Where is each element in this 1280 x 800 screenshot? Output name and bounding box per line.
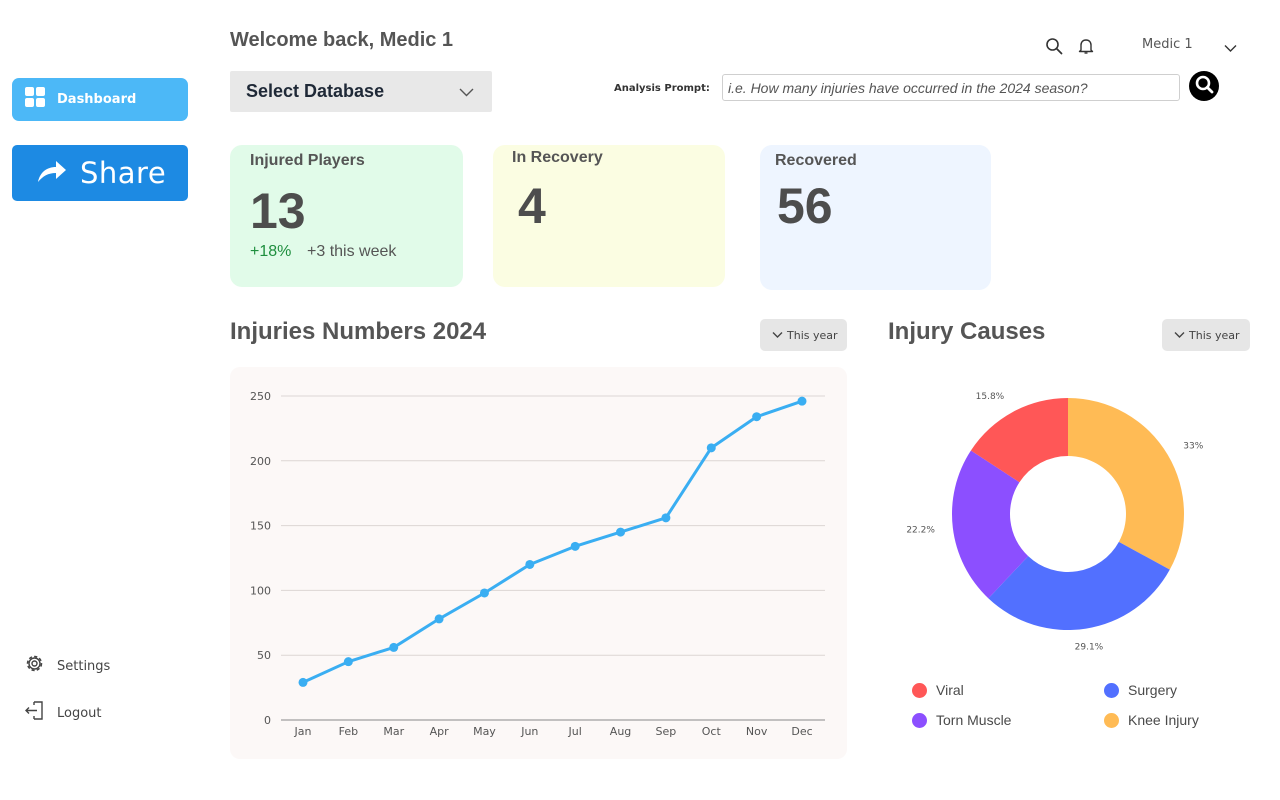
x-tick-label: Jul xyxy=(568,725,582,738)
data-point xyxy=(434,614,444,624)
legend-label: Viral xyxy=(936,682,964,698)
x-tick-label: Feb xyxy=(339,725,358,738)
bell-icon xyxy=(1077,39,1095,59)
x-tick-label: Oct xyxy=(702,725,722,738)
database-select[interactable]: Select Database xyxy=(230,71,492,112)
x-tick-label: Apr xyxy=(430,725,450,738)
chevron-down-icon xyxy=(459,84,474,102)
data-point xyxy=(525,559,535,569)
user-menu-name[interactable]: Medic 1 xyxy=(1142,37,1193,52)
share-arrow-icon xyxy=(36,158,68,189)
filter-label: This year xyxy=(1189,328,1240,342)
logout-label: Logout xyxy=(57,705,102,721)
data-point xyxy=(298,677,308,687)
card-title: Injured Players xyxy=(250,152,365,169)
data-point xyxy=(343,657,353,667)
injuries-period-filter[interactable]: This year xyxy=(760,319,847,351)
x-tick-label: May xyxy=(473,725,496,738)
card-delta: +18% xyxy=(250,243,292,260)
slice-value-label: 22.2% xyxy=(906,526,935,536)
x-tick-label: Mar xyxy=(383,725,404,738)
card-week-change: +3 this week xyxy=(307,243,397,260)
header-search-button[interactable] xyxy=(1045,37,1063,60)
search-icon xyxy=(1045,38,1063,59)
sidebar-item-dashboard[interactable]: Dashboard xyxy=(12,78,188,121)
in-recovery-card: In Recovery 4 xyxy=(493,145,725,287)
legend-item-surgery: Surgery xyxy=(1104,682,1177,698)
data-point xyxy=(389,642,399,652)
legend-swatch xyxy=(912,682,927,698)
recovered-card: Recovered 56 xyxy=(760,145,991,290)
y-tick-label: 0 xyxy=(264,714,271,727)
filter-label: This year xyxy=(787,328,838,342)
injuries-chart-title: Injuries Numbers 2024 xyxy=(230,318,487,345)
y-tick-label: 50 xyxy=(257,649,271,662)
share-button[interactable]: Share xyxy=(12,145,188,201)
x-tick-label: Nov xyxy=(746,725,768,738)
legend-item-knee-injury: Knee Injury xyxy=(1104,712,1199,728)
data-point xyxy=(661,513,671,523)
slice-value-label: 15.8% xyxy=(976,392,1005,402)
card-value: 4 xyxy=(518,178,546,234)
card-title: In Recovery xyxy=(512,149,603,166)
x-tick-label: Aug xyxy=(610,725,631,738)
database-select-label: Select Database xyxy=(246,81,385,101)
legend-swatch xyxy=(1104,712,1119,728)
chevron-down-icon xyxy=(1224,40,1237,57)
analysis-prompt-label: Analysis Prompt: xyxy=(614,83,710,94)
line-chart-svg: 0 50 100 150 200 250 Jan Feb Mar Apr May Jun Jul Aug S… xyxy=(250,390,825,738)
card-title: Recovered xyxy=(775,152,857,169)
x-tick-label: Jan xyxy=(294,725,312,738)
chevron-down-icon xyxy=(1174,326,1185,344)
series-line xyxy=(301,399,804,684)
x-tick-label: Jun xyxy=(520,725,538,738)
x-tick-label: Dec xyxy=(791,725,812,738)
sidebar-item-label: Dashboard xyxy=(57,92,137,107)
sidebar-item-logout[interactable]: Logout xyxy=(24,700,102,726)
legend-swatch xyxy=(1104,682,1119,698)
data-point xyxy=(797,396,807,406)
data-point xyxy=(479,588,489,598)
donut-chart-svg: 33% 29.1% 22.2% 15.8% xyxy=(906,392,1203,652)
y-tick-label: 150 xyxy=(250,520,271,533)
chevron-down-icon xyxy=(772,326,783,344)
x-tick-label: Sep xyxy=(656,725,677,738)
injured-players-card: Injured Players 13 +18% +3 this week xyxy=(230,145,463,287)
y-tick-label: 100 xyxy=(250,584,271,597)
y-tick-label: 200 xyxy=(250,455,271,468)
user-menu-chevron[interactable] xyxy=(1224,40,1237,58)
donut-slice xyxy=(1068,398,1184,570)
share-label: Share xyxy=(80,156,167,190)
legend-item-viral: Viral xyxy=(912,682,964,698)
data-point xyxy=(706,443,716,453)
slice-value-label: 33% xyxy=(1183,442,1203,452)
causes-period-filter[interactable]: This year xyxy=(1162,319,1250,351)
search-icon xyxy=(1194,74,1214,99)
notifications-button[interactable] xyxy=(1077,37,1095,60)
card-value: 13 xyxy=(250,183,306,239)
data-point xyxy=(616,527,626,537)
prompt-search-button[interactable] xyxy=(1189,71,1219,101)
injury-causes-donut-chart: 33% 29.1% 22.2% 15.8% xyxy=(900,380,1260,660)
gear-icon xyxy=(24,653,45,679)
data-point xyxy=(570,541,580,551)
card-value: 56 xyxy=(777,178,833,234)
legend-item-torn-muscle: Torn Muscle xyxy=(912,712,1011,728)
legend-label: Knee Injury xyxy=(1128,712,1199,728)
legend-label: Surgery xyxy=(1128,682,1178,698)
legend-swatch xyxy=(912,712,927,728)
analysis-prompt-input[interactable] xyxy=(722,74,1180,101)
dashboard-icon xyxy=(25,87,45,112)
injury-causes-title: Injury Causes xyxy=(888,318,1046,345)
injuries-line-chart: 0 50 100 150 200 250 Jan Feb Mar Apr May Jun Jul Aug S… xyxy=(230,367,847,759)
page-title: Welcome back, Medic 1 xyxy=(230,29,454,51)
settings-label: Settings xyxy=(57,658,111,674)
data-point xyxy=(752,412,762,422)
sidebar-item-settings[interactable]: Settings xyxy=(24,653,110,679)
logout-icon xyxy=(24,700,45,726)
slice-value-label: 29.1% xyxy=(1075,642,1104,652)
y-tick-label: 250 xyxy=(250,390,271,403)
legend-label: Torn Muscle xyxy=(936,712,1012,728)
